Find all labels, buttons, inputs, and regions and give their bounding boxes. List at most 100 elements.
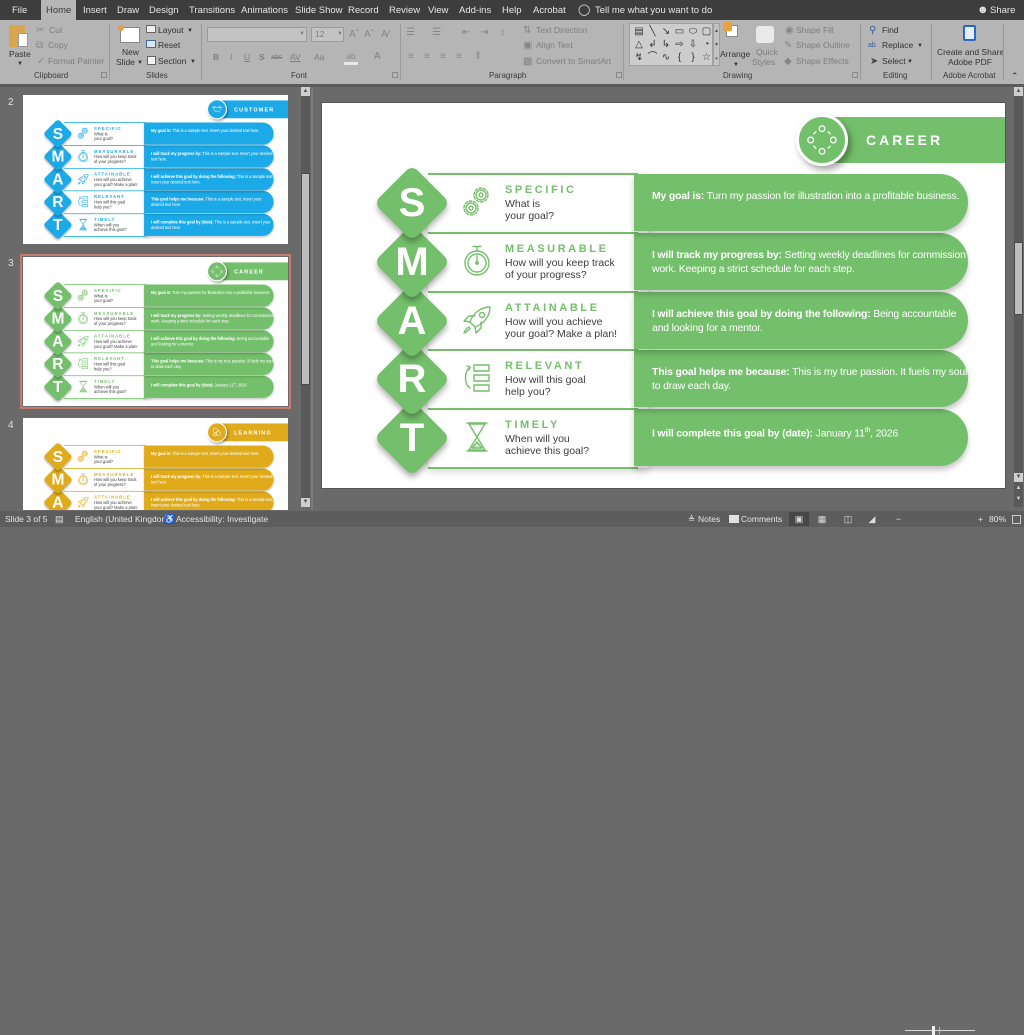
convert-smartart-button[interactable]: Convert to SmartArt [536,56,611,67]
right-brace-shape-icon[interactable]: } [687,52,699,64]
numbering-icon[interactable]: ☰ [432,27,441,38]
thumbnail-scrollbar-thumb[interactable] [301,173,310,385]
section-button[interactable]: Section [158,56,186,67]
font-size-combobox[interactable]: 12 ▼ [311,27,344,42]
goal-statement-text[interactable]: This goal helps me because: This is my t… [151,359,274,370]
decrease-indent-icon[interactable]: ⇤ [462,27,470,38]
goal-statement-text[interactable]: My goal is: Turn my passion for illustra… [151,290,274,296]
font-name-combobox[interactable]: ▼ [207,27,307,42]
layout-dropdown-icon[interactable]: ▼ [187,26,193,37]
goal-statement-text[interactable]: I will complete this goal by (date): Thi… [151,220,274,231]
elbow-connector-shape-icon[interactable]: ↲ [647,39,659,51]
tab-record[interactable]: Record [348,0,379,20]
left-brace-shape-icon[interactable]: { [674,52,686,64]
reset-button[interactable]: Reset [158,40,180,51]
oval-shape-icon[interactable]: ⬭ [687,26,699,38]
highlight-color-icon[interactable]: ab [344,51,358,65]
align-text-button[interactable]: Align Text [536,40,573,51]
tab-home[interactable]: Home [41,0,77,20]
goal-statement-text[interactable]: My goal is: This is a sample text. Inser… [151,128,274,134]
slide-canvas[interactable]: CAREER My goal is: Turn my passion for il… [322,103,1005,488]
arrange-dropdown-icon[interactable]: ▼ [733,60,739,71]
clipboard-dialog-launcher[interactable] [101,72,107,78]
previous-slide-icon[interactable]: ▲ [1014,484,1023,493]
goal-statement-text[interactable]: This goal helps me because: This is a sa… [151,197,274,208]
line-shape-icon[interactable]: ╲ [647,26,659,38]
strikethrough-button[interactable]: abc [271,52,282,63]
zoom-in-icon[interactable]: + [978,514,983,524]
bullets-icon[interactable]: ☰ [406,27,415,38]
goal-statement-text[interactable]: I will track my progress by: This is a s… [151,151,274,162]
slide-thumbnail-selected[interactable]: CAREER My goal is: Turn my passion for il… [20,254,291,409]
tab-acrobat[interactable]: Acrobat [533,0,566,20]
tell-me-search[interactable]: Tell me what you want to do [595,0,712,20]
select-dropdown-icon[interactable]: ▼ [907,57,913,68]
section-dropdown-icon[interactable]: ▼ [190,57,196,68]
find-button[interactable]: Find [882,25,899,36]
tab-view[interactable]: View [428,0,448,20]
new-slide-dropdown-icon[interactable]: ▼ [137,58,143,69]
new-slide-icon[interactable] [118,25,140,43]
italic-button[interactable]: I [230,52,232,63]
pie-shape-icon[interactable]: ◔ [701,39,713,51]
collapse-ribbon-icon[interactable]: ⌃ [1011,71,1019,82]
zoom-out-icon[interactable]: − [896,514,901,524]
share-button[interactable]: Share [990,0,1015,20]
triangle-shape-icon[interactable]: △ [633,39,645,51]
goal-statement-text[interactable]: My goal is: This is a sample text. Inser… [151,451,274,457]
replace-dropdown-icon[interactable]: ▼ [917,41,923,52]
text-shadow-button[interactable]: S [259,52,265,63]
increase-indent-icon[interactable]: ⇥ [480,27,488,38]
font-dialog-launcher[interactable] [392,72,398,78]
new-slide-button-label[interactable]: Slide [116,57,135,68]
columns-icon[interactable]: ‖ [476,51,480,62]
shape-fill-button[interactable]: Shape Fill [796,25,834,36]
slide-thumbnail[interactable]: LEARNING My goal is: This is a sample tex… [23,418,288,510]
layout-button[interactable]: Layout [158,25,184,36]
scroll-down-icon[interactable]: ▼ [1014,473,1023,482]
goal-statement-text[interactable]: This goal helps me because: This is my t… [652,365,970,393]
thumbnail-scrollbar[interactable]: ▲ ▼ [301,87,310,507]
comments-button[interactable]: Comments [741,514,782,524]
tab-transitions[interactable]: Transitions [189,0,235,20]
paste-dropdown-icon[interactable]: ▼ [17,59,23,70]
text-box-shape-icon[interactable]: ▤ [633,26,645,38]
change-case-button[interactable]: Aa [314,52,324,63]
clear-formatting-icon[interactable]: A∕ [381,29,389,40]
tab-file[interactable]: File [12,0,27,20]
bold-button[interactable]: B [213,52,219,63]
underline-button[interactable]: U [244,52,250,63]
tab-slide-show[interactable]: Slide Show [295,0,343,20]
elbow-arrow-shape-icon[interactable]: ↳ [660,39,672,51]
goal-statement-text[interactable]: I will achieve this goal by doing the fo… [151,336,274,347]
arc-shape-icon[interactable]: ⌒ [647,52,659,64]
next-slide-icon[interactable]: ▼ [1014,495,1023,504]
format-painter-button[interactable]: Format Painter [48,56,104,67]
tab-animations[interactable]: Animations [241,0,288,20]
line-spacing-icon[interactable]: ↕ [500,27,505,38]
goal-statement-text[interactable]: I will track my progress by: Setting wee… [151,313,274,324]
quick-styles-button-label[interactable]: Styles [752,57,775,68]
slide-thumbnail[interactable]: CUSTOMER My goal is: This is a sample tex… [23,95,288,244]
reading-view-icon[interactable]: ◫ [838,512,858,526]
paste-icon[interactable] [9,25,28,47]
lightning-shape-icon[interactable]: ↯ [633,52,645,64]
align-center-icon[interactable]: ≡ [424,51,430,62]
spellcheck-icon[interactable]: ▤ [55,514,64,525]
character-spacing-button[interactable]: AV [290,52,301,63]
normal-view-icon[interactable]: ▣ [789,512,809,526]
down-arrow-shape-icon[interactable]: ⇩ [687,39,699,51]
zoom-slider-thumb[interactable] [932,1026,935,1035]
align-left-icon[interactable]: ≡ [408,51,414,62]
select-button[interactable]: Select [882,56,906,67]
curve-shape-icon[interactable]: ∿ [660,52,672,64]
tab-review[interactable]: Review [389,0,420,20]
star-shape-icon[interactable]: ☆ [701,52,713,64]
increase-font-size-icon[interactable]: Aˆ [349,29,359,40]
scroll-up-icon[interactable]: ▲ [1014,87,1023,96]
align-right-icon[interactable]: ≡ [440,51,446,62]
tab-add-ins[interactable]: Add-ins [459,0,491,20]
fit-slide-icon[interactable] [1012,515,1021,524]
goal-statement-text[interactable]: I will track my progress by: This is a s… [151,474,274,485]
goal-statement-text[interactable]: I will achieve this goal by doing the fo… [652,307,970,335]
